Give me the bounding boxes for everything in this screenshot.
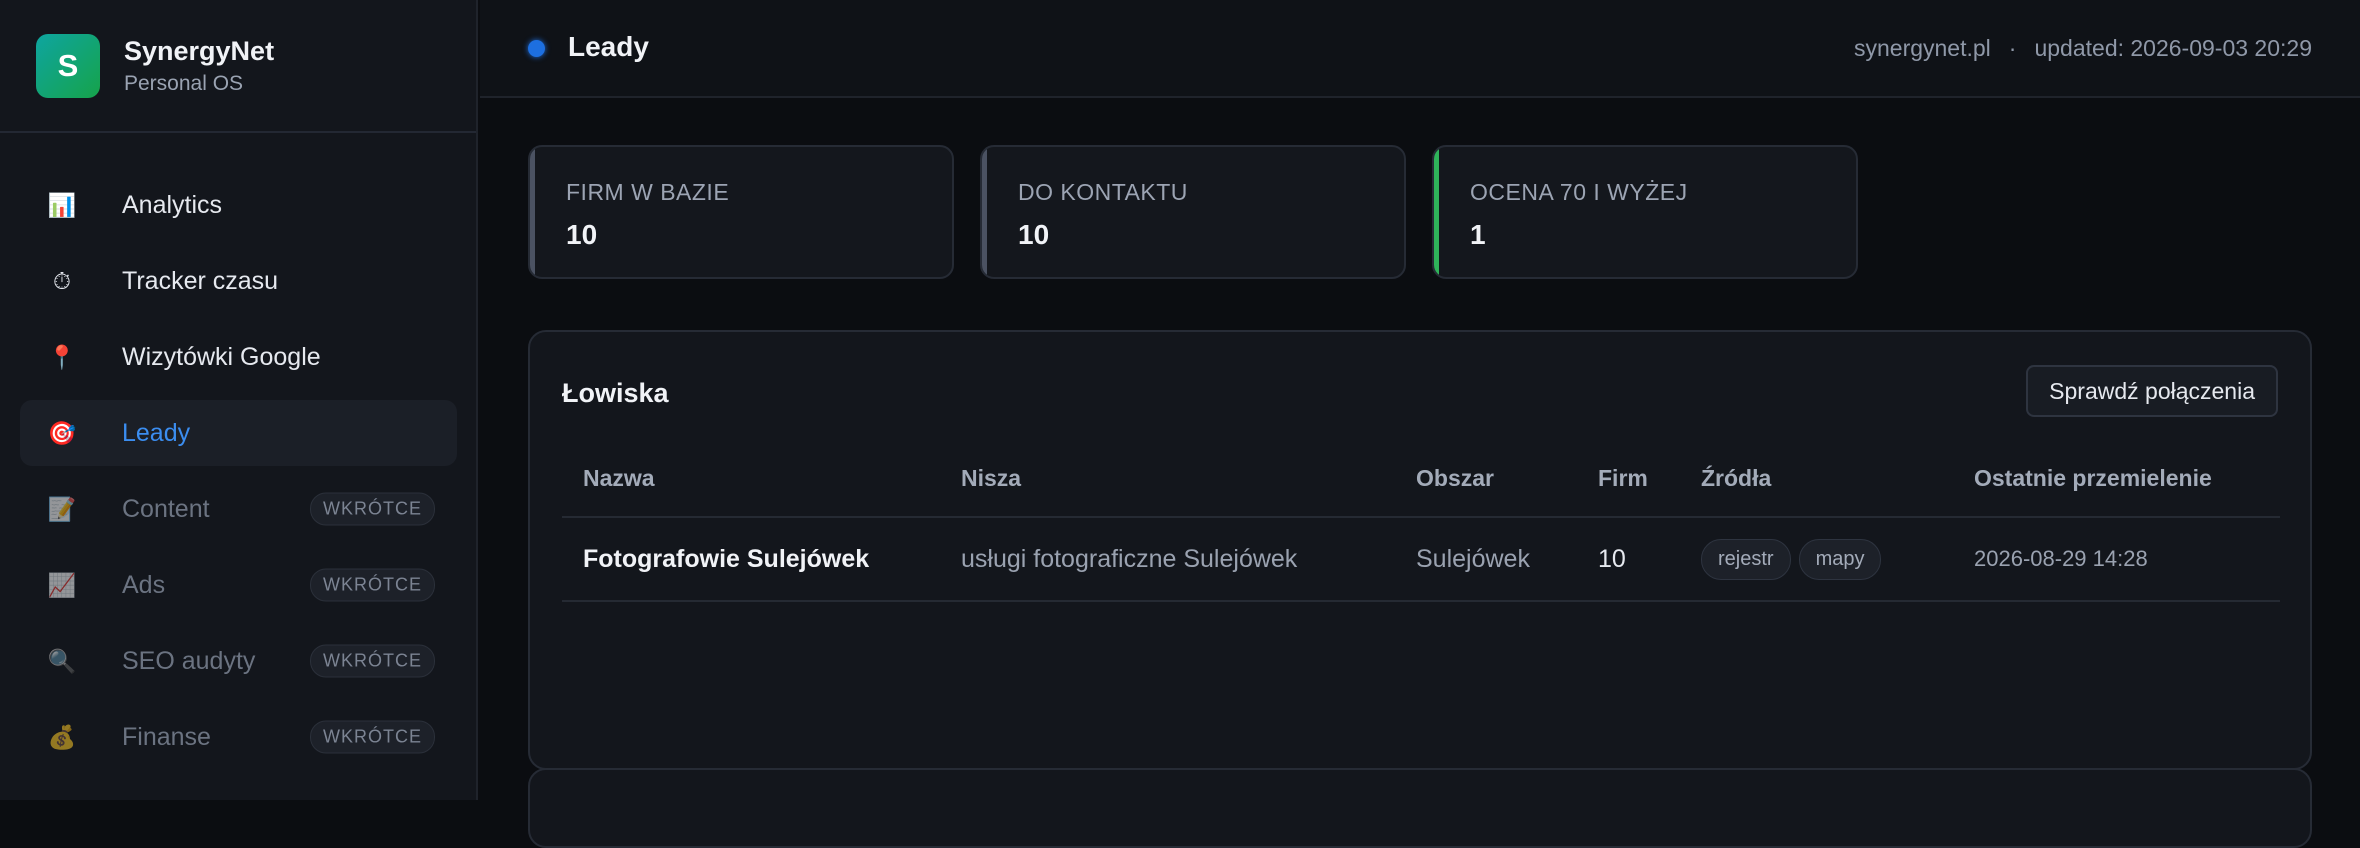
- coming-soon-badge: WKRÓTCE: [310, 644, 435, 678]
- sidebar-item-finance[interactable]: 💰 Finanse WKRÓTCE: [20, 704, 457, 770]
- fishing-grounds-table: Nazwa Nisza Obszar Firm Źródła Ostatnie …: [562, 440, 2280, 602]
- app-name: SynergyNet: [124, 35, 275, 66]
- sidebar-item-label: Wizytówki Google: [122, 342, 321, 371]
- table-row[interactable]: Fotografowie Sulejówek usługi fotografic…: [562, 517, 2280, 602]
- panel-title: Łowiska: [562, 378, 669, 408]
- app-subtitle: Personal OS: [124, 71, 244, 95]
- column-header-last-run[interactable]: Ostatnie przemielenie: [1953, 440, 2280, 518]
- memo-icon: 📝: [47, 495, 77, 522]
- cell-firms: 10: [1577, 517, 1680, 602]
- cell-niche: usługi fotograficzne Sulejówek: [940, 517, 1395, 602]
- stat-label: OCENA 70 I WYŻEJ: [1470, 179, 1688, 205]
- sidebar-item-analytics[interactable]: 📊 Analytics: [20, 172, 457, 238]
- sidebar-item-label: Finanse: [122, 722, 211, 751]
- sidebar-item-label: Content: [122, 494, 210, 523]
- column-header-firms[interactable]: Firm: [1577, 440, 1680, 518]
- app-logo[interactable]: S: [36, 33, 100, 98]
- source-tag: rejestr: [1701, 538, 1791, 580]
- table-header-row: Nazwa Nisza Obszar Firm Źródła Ostatnie …: [562, 440, 2280, 518]
- sidebar-item-tracker[interactable]: ⏱ Tracker czasu: [20, 248, 457, 314]
- stopwatch-icon: ⏱: [53, 267, 71, 294]
- stat-value: 10: [1018, 219, 1050, 250]
- page-title: Leady: [568, 31, 649, 62]
- card-accent-bar: [530, 147, 535, 277]
- target-icon: 🎯: [47, 419, 77, 446]
- pin-icon: 📍: [47, 343, 77, 370]
- chart-up-icon: 📈: [47, 571, 77, 598]
- status-dot-icon: [528, 40, 545, 57]
- stat-card-score: OCENA 70 I WYŻEJ 1: [1432, 145, 1858, 279]
- stat-label: DO KONTAKTU: [1018, 179, 1188, 205]
- bar-chart-icon: 📊: [47, 191, 77, 218]
- sidebar-item-content[interactable]: 📝 Content WKRÓTCE: [20, 476, 457, 542]
- fishing-grounds-panel: Łowiska Sprawdź połączenia Nazwa Nisza O…: [528, 330, 2312, 770]
- column-header-sources[interactable]: Źródła: [1680, 440, 1953, 518]
- sidebar-item-leads[interactable]: 🎯 Leady: [20, 400, 457, 466]
- brand: S SynergyNet Personal OS: [0, 0, 476, 133]
- site-link[interactable]: synergynet.pl: [1854, 35, 1991, 61]
- sidebar-item-label: Analytics: [122, 190, 223, 219]
- sidebar-item-label: SEO audyty: [122, 646, 256, 675]
- sidebar-item-label: Tracker czasu: [122, 266, 279, 295]
- sidebar-item-ads[interactable]: 📈 Ads WKRÓTCE: [20, 552, 457, 618]
- card-accent-bar: [982, 147, 987, 277]
- cell-area: Sulejówek: [1395, 517, 1577, 602]
- sidebar-item-seo[interactable]: 🔍 SEO audyty WKRÓTCE: [20, 628, 457, 694]
- stat-value: 1: [1470, 219, 1486, 250]
- sidebar-item-label: Leady: [122, 418, 191, 447]
- sidebar-item-google-listings[interactable]: 📍 Wizytówki Google: [20, 324, 457, 390]
- stat-label: FIRM W BAZIE: [566, 179, 730, 205]
- topbar: Leady synergynet.pl · updated: 2026-09-03 …: [480, 0, 2360, 98]
- coming-soon-badge: WKRÓTCE: [310, 720, 435, 754]
- stat-card-to-contact: DO KONTAKTU 10: [980, 145, 1406, 279]
- sidebar-nav: 📊 Analytics ⏱ Tracker czasu 📍 Wizytówki …: [20, 172, 457, 780]
- column-header-name[interactable]: Nazwa: [562, 440, 940, 518]
- column-header-area[interactable]: Obszar: [1395, 440, 1577, 518]
- brand-text: SynergyNet Personal OS: [124, 36, 274, 96]
- topbar-meta: synergynet.pl · updated: 2026-09-03 20:29: [1854, 35, 2312, 62]
- stat-value: 10: [566, 219, 598, 250]
- source-tag: mapy: [1798, 538, 1882, 580]
- updated-timestamp: updated: 2026-09-03 20:29: [2034, 35, 2312, 61]
- stat-card-firms: FIRM W BAZIE 10: [528, 145, 954, 279]
- check-connections-button[interactable]: Sprawdź połączenia: [2026, 365, 2278, 417]
- next-panel: [528, 768, 2312, 848]
- separator: ·: [2008, 35, 2017, 61]
- sidebar-item-label: Ads: [122, 570, 166, 599]
- sidebar: S SynergyNet Personal OS 📊 Analytics ⏱ T…: [0, 0, 478, 800]
- column-header-niche[interactable]: Nisza: [940, 440, 1395, 518]
- cell-last-run: 2026-08-29 14:28: [1953, 517, 2280, 602]
- coming-soon-badge: WKRÓTCE: [310, 568, 435, 602]
- coming-soon-badge: WKRÓTCE: [310, 492, 435, 526]
- cell-sources: rejestr mapy: [1680, 517, 1953, 602]
- magnifier-icon: 🔍: [47, 647, 77, 674]
- money-bag-icon: 💰: [47, 723, 77, 750]
- card-accent-bar: [1434, 147, 1439, 277]
- cell-name[interactable]: Fotografowie Sulejówek: [562, 517, 940, 602]
